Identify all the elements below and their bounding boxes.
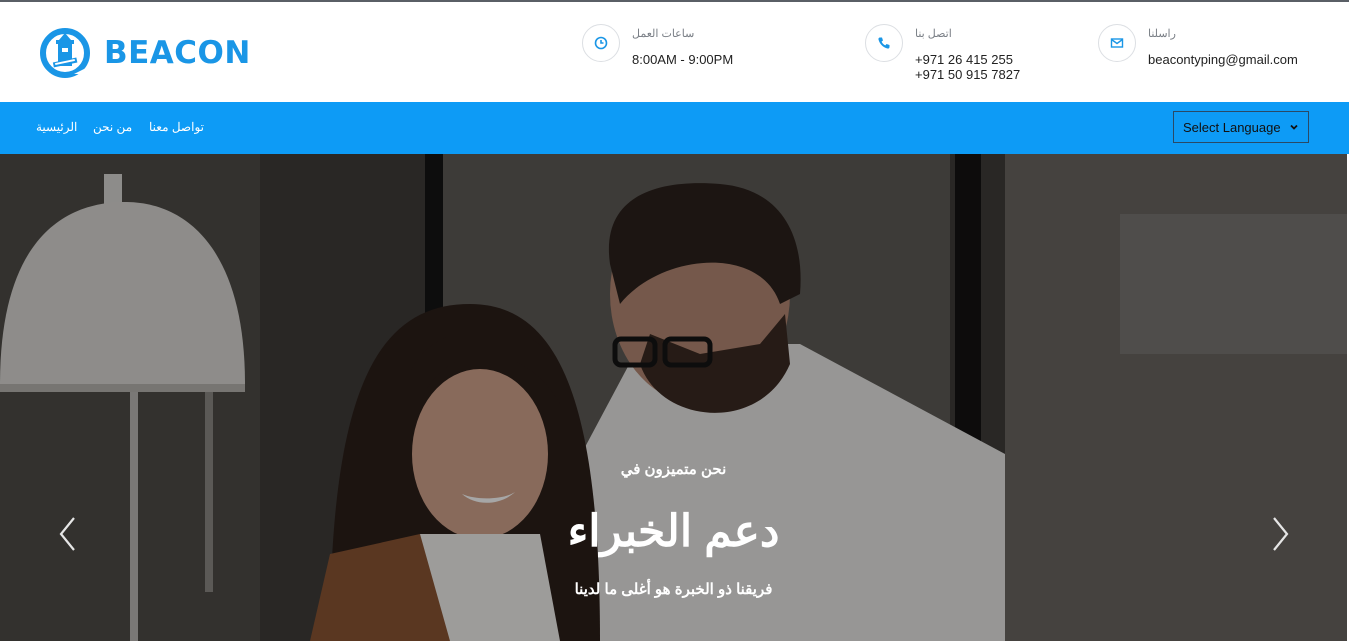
clock-icon xyxy=(582,24,620,62)
contact-email-label: راسلنا xyxy=(1148,28,1176,40)
hero-slider: نحن متميزون في دعم الخبراء فريقنا ذو الخ… xyxy=(0,154,1347,641)
envelope-icon xyxy=(1098,24,1136,62)
email-address[interactable]: beacontyping@gmail.com xyxy=(1148,52,1298,67)
chevron-down-icon xyxy=(1290,124,1298,130)
contact-email: راسلنا beacontyping@gmail.com xyxy=(1098,24,1298,67)
working-hours: ساعات العمل 8:00AM - 9:00PM xyxy=(582,24,733,67)
phone-icon xyxy=(865,24,903,62)
hero-subtitle: نحن متميزون في xyxy=(620,461,727,478)
main-nav: الرئيسية من نحن تواصل معنا Select Langua… xyxy=(0,102,1349,154)
logo[interactable]: BEACON xyxy=(38,26,251,80)
nav-home[interactable]: الرئيسية xyxy=(36,120,77,134)
chevron-left-icon xyxy=(59,517,75,551)
language-select[interactable]: Select Language xyxy=(1173,111,1309,143)
phone-number-1[interactable]: +971 26 415 255 xyxy=(915,52,1020,67)
lighthouse-logo-icon xyxy=(40,28,90,78)
slider-prev-button[interactable] xyxy=(56,514,80,554)
phone-number-2[interactable]: +971 50 915 7827 xyxy=(915,67,1020,82)
hero-background-image xyxy=(0,154,1347,641)
working-hours-value: 8:00AM - 9:00PM xyxy=(632,52,734,67)
chevron-right-icon xyxy=(1273,517,1289,551)
site-header: BEACON ساعات العمل 8:00AM - 9:00PM اتصل … xyxy=(0,4,1349,102)
working-hours-label: ساعات العمل xyxy=(632,28,695,40)
language-select-label: Select Language xyxy=(1183,119,1281,135)
nav-contact[interactable]: تواصل معنا xyxy=(149,120,204,134)
brand-name: BEACON xyxy=(104,35,251,71)
contact-phone: اتصل بنا +971 26 415 255 +971 50 915 782… xyxy=(865,24,1020,82)
hero-title: دعم الخبراء xyxy=(567,507,780,556)
nav-about[interactable]: من نحن xyxy=(93,120,132,134)
hero-description: فريقنا ذو الخبرة هو أغلى ما لدينا xyxy=(574,581,773,598)
slider-next-button[interactable] xyxy=(1268,514,1292,554)
contact-phone-label: اتصل بنا xyxy=(915,28,952,40)
